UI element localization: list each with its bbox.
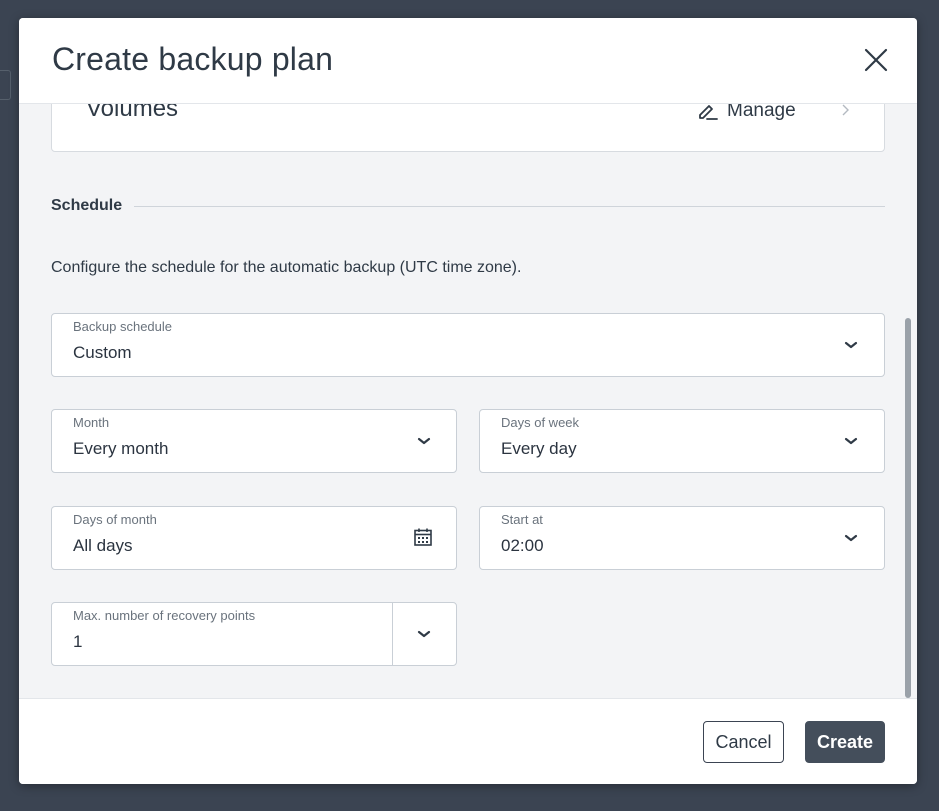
chevron-right-icon[interactable] (840, 104, 850, 117)
backup-schedule-value: Custom (73, 343, 132, 362)
create-button[interactable]: Create (805, 721, 885, 763)
chevron-down-icon (844, 341, 858, 349)
background-fragment (0, 70, 11, 100)
start-at-select[interactable]: Start at 02:00 (479, 506, 885, 570)
backup-schedule-select[interactable]: Backup schedule Custom (51, 313, 885, 377)
chevron-down-icon (844, 534, 858, 542)
schedule-section-title: Schedule (51, 197, 123, 214)
days-of-month-label: Days of month (73, 512, 157, 527)
close-icon (864, 48, 888, 72)
schedule-section-header: Schedule (51, 197, 885, 215)
month-value: Every month (73, 439, 169, 458)
cancel-button[interactable]: Cancel (703, 721, 784, 763)
dialog-scrollbar[interactable] (905, 318, 911, 698)
dialog-footer: Cancel Create (19, 698, 917, 784)
recovery-points-value: 1 (73, 632, 83, 651)
manage-button[interactable]: Manage (697, 104, 796, 123)
close-button[interactable] (861, 45, 891, 75)
days-of-week-value: Every day (501, 439, 577, 458)
section-divider (134, 205, 885, 207)
days-of-month-field[interactable]: Days of month All days (51, 506, 457, 570)
start-at-label: Start at (501, 512, 543, 527)
create-backup-plan-dialog: Create backup plan Volumes Manage Schedu… (19, 18, 917, 784)
recovery-points-label: Max. number of recovery points (73, 608, 256, 623)
month-label: Month (73, 415, 110, 430)
dialog-header: Create backup plan (19, 18, 917, 104)
days-of-month-value: All days (73, 536, 133, 555)
recovery-points-dropdown-button[interactable] (393, 603, 456, 665)
chevron-down-icon (417, 630, 431, 638)
start-at-value: 02:00 (501, 536, 544, 555)
chevron-down-icon (417, 437, 431, 445)
manage-label: Manage (727, 104, 796, 121)
volumes-card-title: Volumes (86, 104, 179, 122)
calendar-icon[interactable] (413, 527, 433, 547)
dialog-title: Create backup plan (52, 41, 334, 77)
backup-schedule-label: Backup schedule (73, 319, 173, 334)
volumes-card: Volumes Manage (51, 104, 885, 152)
month-select[interactable]: Month Every month (51, 409, 457, 473)
dialog-body[interactable]: Volumes Manage Schedule Configure the sc… (19, 104, 917, 698)
days-of-week-label: Days of week (501, 415, 580, 430)
schedule-description: Configure the schedule for the automatic… (51, 259, 522, 276)
pencil-icon (699, 105, 718, 120)
days-of-week-select[interactable]: Days of week Every day (479, 409, 885, 473)
recovery-points-field[interactable]: Max. number of recovery points 1 (51, 602, 457, 666)
chevron-down-icon (844, 437, 858, 445)
